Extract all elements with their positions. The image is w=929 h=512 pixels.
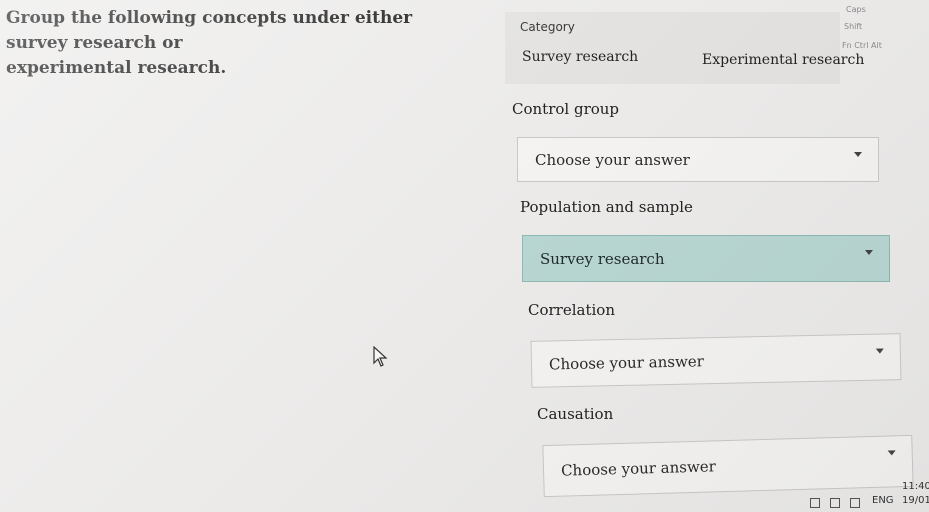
chevron-down-icon — [887, 450, 896, 456]
fn-key-row: Fn Ctrl Alt — [842, 41, 882, 50]
answer-dropdown-value: Choose your answer — [560, 457, 717, 480]
clock[interactable]: 11:40 19/01/ — [902, 480, 929, 508]
chevron-down-icon — [854, 152, 862, 157]
question-line-2: experimental research. — [6, 58, 227, 78]
chevron-down-icon — [875, 348, 884, 354]
shift-key: Shift — [844, 22, 863, 31]
taskbar: ENG 11:40 19/01/ — [790, 478, 929, 512]
battery-icon[interactable] — [850, 498, 860, 508]
answer-dropdown-value: Survey research — [540, 249, 665, 268]
category-title: Category — [520, 20, 575, 34]
answer-dropdown-value: Choose your answer — [535, 150, 690, 169]
category-option-survey[interactable]: Survey research — [522, 49, 638, 65]
concept-label-correlation: Correlation — [528, 301, 615, 319]
concept-label-control-group: Control group — [512, 100, 620, 118]
display-icon[interactable] — [830, 498, 840, 508]
tablet-icon[interactable] — [810, 498, 820, 508]
language-indicator[interactable]: ENG — [872, 495, 894, 506]
question-line-1: Group the following concepts under eithe… — [6, 8, 413, 53]
chevron-down-icon — [865, 250, 873, 255]
mouse-cursor-icon — [373, 346, 388, 367]
concept-label-causation: Causation — [537, 405, 614, 423]
answer-dropdown-correlation[interactable]: Choose your answer — [530, 333, 902, 388]
clock-time: 11:40 — [902, 481, 929, 492]
concept-label-population-and-sample: Population and sample — [520, 198, 693, 216]
caps-key: Caps — [846, 5, 866, 14]
answer-dropdown-population-and-sample[interactable]: Survey research — [522, 235, 890, 282]
question-text: Group the following concepts under eithe… — [6, 6, 476, 81]
clock-date: 19/01/ — [902, 495, 929, 506]
answer-dropdown-value: Choose your answer — [548, 351, 705, 373]
keyboard-edge: Caps Shift Fn Ctrl Alt — [838, 0, 929, 58]
answer-dropdown-control-group[interactable]: Choose your answer — [517, 137, 879, 182]
